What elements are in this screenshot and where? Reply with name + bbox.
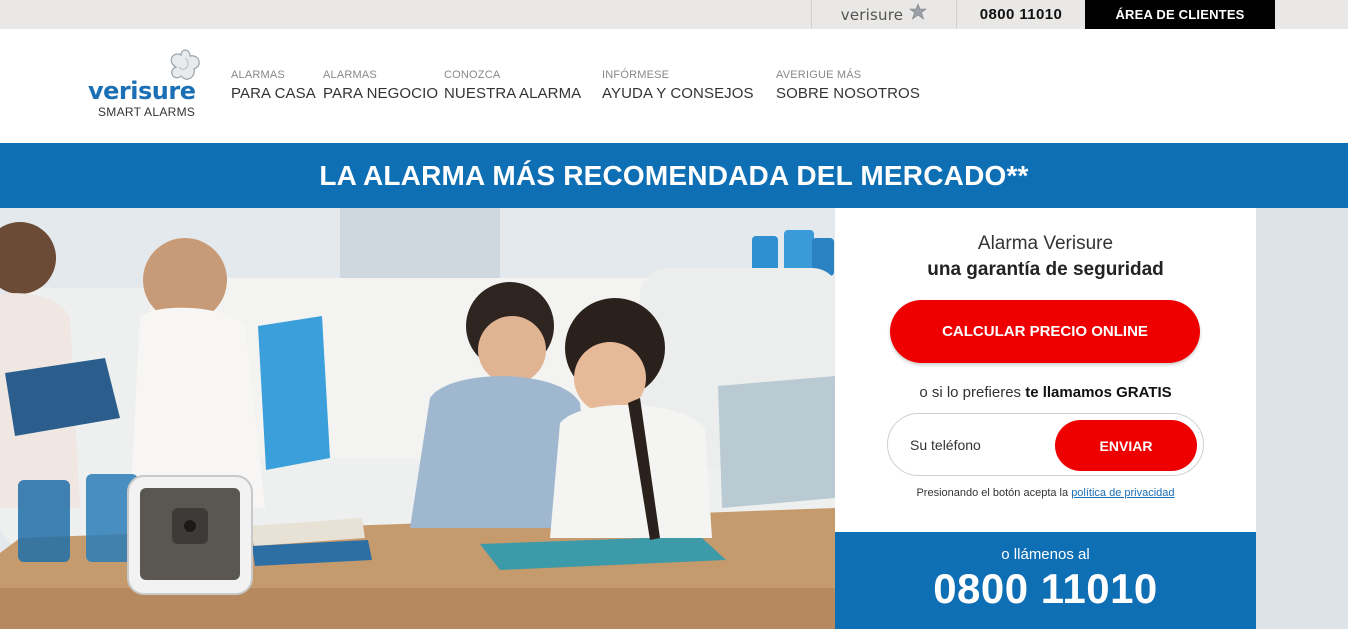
callback-prompt-prefix: o si lo prefieres: [919, 384, 1026, 401]
privacy-policy-link[interactable]: política de privacidad: [1071, 487, 1174, 499]
send-button[interactable]: ENVIAR: [1055, 420, 1197, 471]
nav-item-kicker: CONOZCA: [444, 69, 501, 81]
topbar-brand-link[interactable]: verisure: [811, 0, 957, 29]
nav-item-kicker: ALARMAS: [231, 69, 285, 81]
nav-item-kicker: ALARMAS: [323, 69, 377, 81]
client-area-button[interactable]: ÁREA DE CLIENTES: [1085, 0, 1275, 29]
verisure-star-icon: [909, 3, 928, 26]
nav-item-label: SOBRE NOSOTROS: [776, 85, 920, 102]
calculate-price-button[interactable]: CALCULAR PRECIO ONLINE: [890, 300, 1200, 363]
nav-item-para-negocio[interactable]: ALARMAS PARA NEGOCIO: [323, 69, 438, 102]
site-header: verisure SMART ALARMS ALARMAS PARA CASA …: [0, 29, 1348, 143]
phone-input[interactable]: [910, 432, 1050, 458]
panel-title: Alarma Verisure: [977, 233, 1114, 254]
callback-form: ENVIAR: [887, 413, 1204, 476]
nav-item-label: PARA NEGOCIO: [323, 85, 439, 102]
verisure-logo[interactable]: verisure SMART ALARMS: [88, 47, 212, 125]
callback-prompt-emphasis: te llamamos GRATIS: [1025, 384, 1172, 401]
nav-item-ayuda-consejos[interactable]: INFÓRMESE AYUDA Y CONSEJOS: [602, 69, 754, 102]
privacy-notice-text: Presionando el botón acepta la: [916, 487, 1072, 499]
callback-prompt: o si lo prefieres te llamamos GRATIS: [835, 384, 1256, 401]
top-utility-bar: verisure 0800 11010 ÁREA DE CLIENTES: [0, 0, 1348, 29]
nav-item-nuestra-alarma[interactable]: CONOZCA NUESTRA ALARMA: [444, 69, 581, 102]
topbar-phone-number[interactable]: 0800 11010: [957, 0, 1085, 29]
call-us-label: o llámenos al: [1001, 546, 1090, 563]
nav-item-kicker: AVERIGUE MÁS: [776, 69, 862, 81]
nav-item-label: NUESTRA ALARMA: [444, 85, 582, 102]
privacy-notice: Presionando el botón acepta la política …: [835, 487, 1256, 499]
logo-wordmark: verisure: [88, 77, 196, 105]
call-us-box: o llámenos al 0800 11010: [835, 532, 1256, 629]
panel-subtitle: una garantía de seguridad: [927, 259, 1164, 280]
nav-item-sobre-nosotros[interactable]: AVERIGUE MÁS SOBRE NOSOTROS: [776, 69, 920, 102]
headline-banner: LA ALARMA MÁS RECOMENDADA DEL MERCADO**: [0, 143, 1348, 208]
call-us-phone-number[interactable]: 0800 11010: [835, 565, 1256, 613]
nav-item-kicker: INFÓRMESE: [602, 69, 670, 81]
nav-item-label: AYUDA Y CONSEJOS: [602, 85, 754, 102]
topbar-brand-text: verisure: [840, 5, 904, 24]
nav-item-para-casa[interactable]: ALARMAS PARA CASA: [231, 69, 316, 102]
quote-form-panel: Alarma Verisure una garantía de segurida…: [835, 208, 1256, 532]
logo-tagline: SMART ALARMS: [98, 105, 196, 119]
banner-headline: LA ALARMA MÁS RECOMENDADA DEL MERCADO**: [319, 159, 1029, 191]
nav-item-label: PARA CASA: [231, 85, 316, 102]
